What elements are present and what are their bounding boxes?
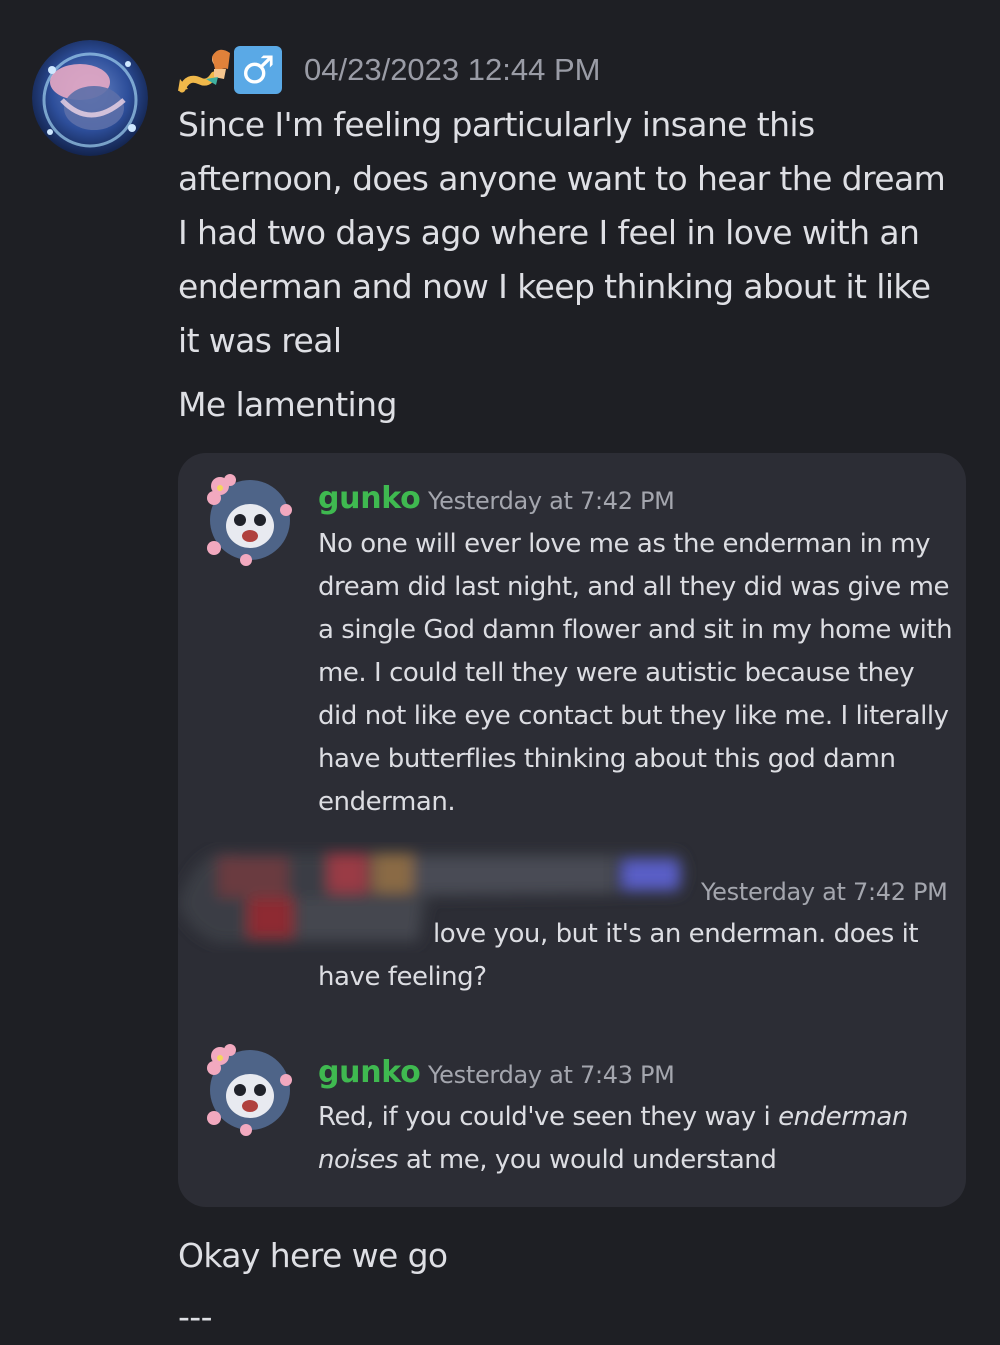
quoted-timestamp: Yesterday at 7:43 PM [428, 1061, 675, 1089]
message-paragraph-3: Okay here we go [178, 1236, 448, 1275]
quoted-timestamp: Yesterday at 7:42 PM [701, 878, 948, 906]
message-paragraph-1: Since I'm feeling particularly insane th… [178, 105, 946, 360]
quoted-text-part: at me, you would understand [398, 1145, 777, 1175]
quoted-username[interactable]: gunko [318, 1055, 421, 1090]
quoted-avatar-gunko-2[interactable] [200, 1040, 296, 1136]
male-sign-icon: ♂ [234, 46, 282, 94]
quoted-timestamp: Yesterday at 7:42 PM [428, 487, 675, 515]
mermaid-icon [178, 45, 234, 95]
quoted-avatar-gunko-1[interactable] [200, 470, 296, 566]
quoted-message-text: No one will ever love me as the enderman… [318, 529, 953, 817]
user-avatar[interactable] [32, 40, 148, 156]
quoted-username[interactable]: gunko [318, 481, 421, 516]
message-header: ♂ 04/23/2023 12:44 PM [178, 42, 600, 98]
message-paragraph-2: Me lamenting [178, 385, 397, 424]
message-timestamp[interactable]: 04/23/2023 12:44 PM [304, 52, 600, 88]
quoted-message-text: Red, if you could've seen they way i end… [318, 1096, 958, 1182]
quoted-text-part: Red, if you could've seen they way i [318, 1102, 779, 1132]
quoted-message-text-content: love you, but it's an enderman. does it … [318, 919, 919, 992]
quoted-message-text: love you, but it's an enderman. does it … [318, 913, 958, 999]
message-paragraph-4: --- [178, 1297, 213, 1336]
embedded-screenshot[interactable]: gunko Yesterday at 7:42 PM No one will e… [178, 453, 966, 1207]
